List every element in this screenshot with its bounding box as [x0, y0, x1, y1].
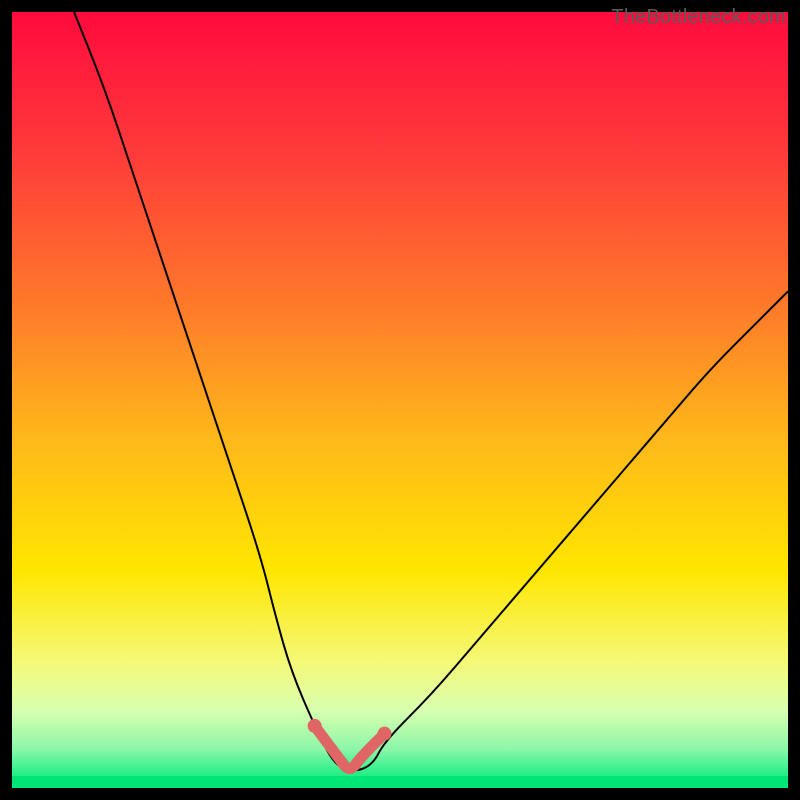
highlight-dot-right — [377, 727, 391, 741]
chart-svg — [12, 12, 788, 788]
chart-frame: TheBottleneck.com — [0, 0, 800, 800]
highlight-dot-left — [308, 719, 322, 733]
gradient-background — [12, 12, 788, 788]
watermark-text: TheBottleneck.com — [611, 6, 786, 29]
plot-area — [12, 12, 788, 788]
baseline-strip — [12, 776, 788, 788]
